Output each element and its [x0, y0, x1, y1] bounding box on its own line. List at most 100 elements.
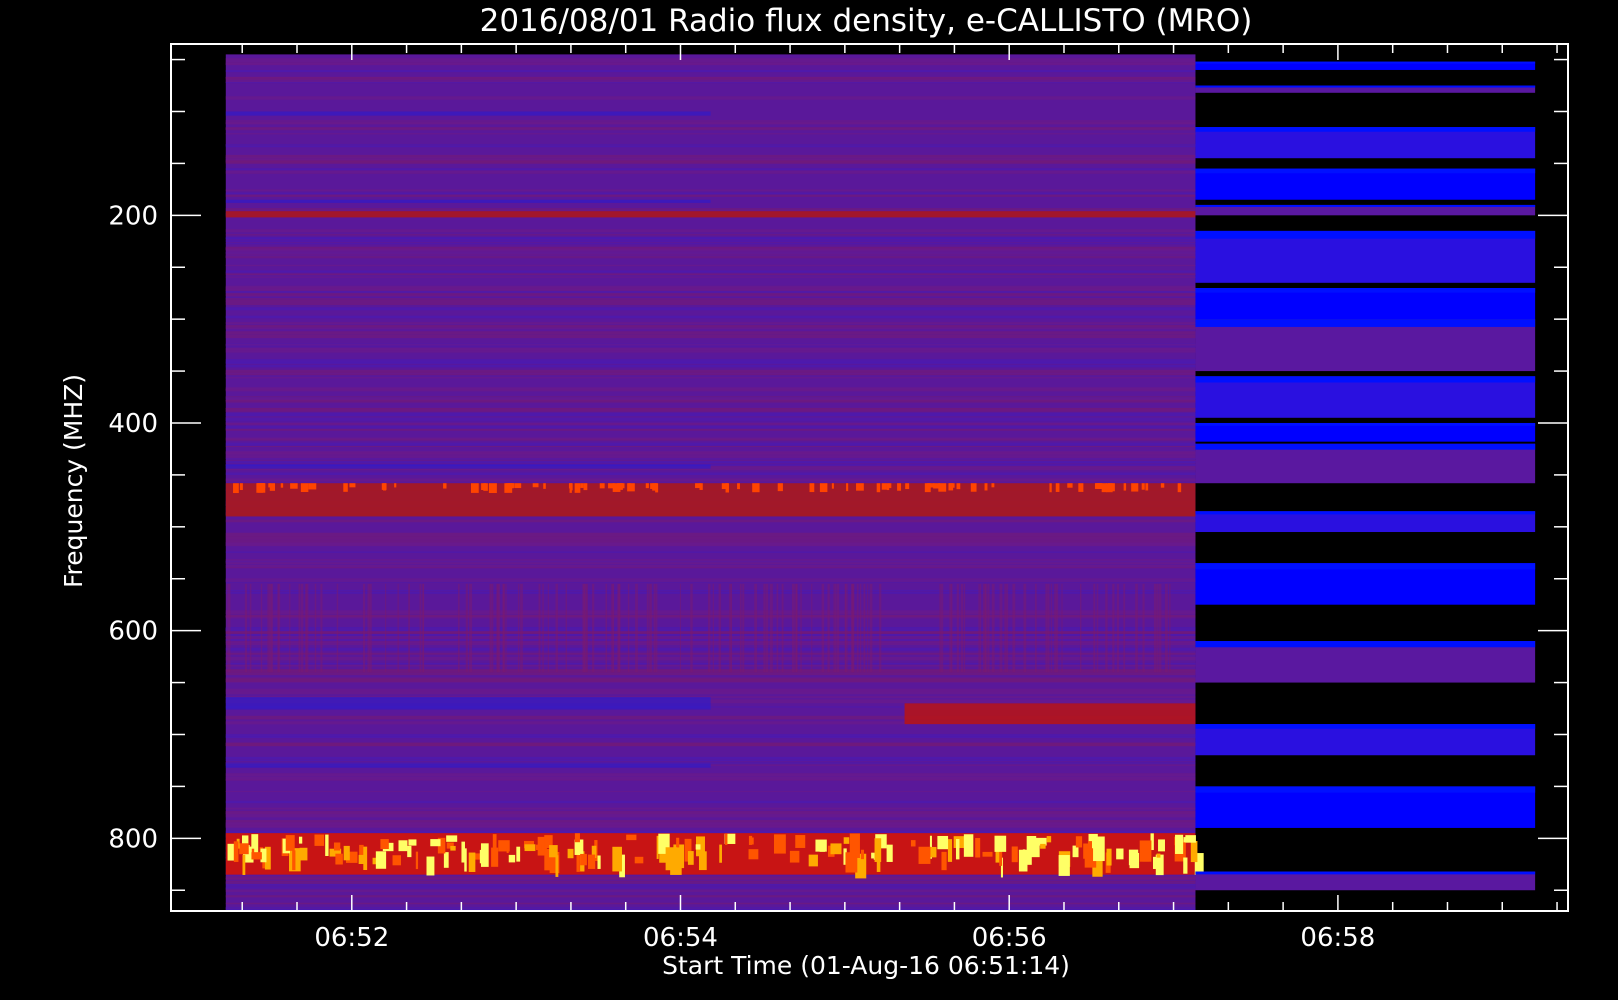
heatmap-burst-pixel: [1139, 840, 1152, 862]
heatmap-noise-column: [1045, 583, 1048, 673]
heatmap-burst-pixel: [392, 855, 401, 866]
heatmap-noise-column: [754, 583, 758, 673]
heatmap-noise-row: [225, 377, 1196, 379]
heatmap-noise-column: [765, 583, 769, 673]
heatmap-burst-pixel: [1095, 483, 1102, 488]
heatmap-noise-column: [227, 583, 231, 673]
heatmap-burst-pixel: [687, 851, 694, 865]
heatmap-noise-row: [225, 156, 1196, 161]
heatmap-burst-pixel: [924, 483, 931, 493]
heatmap-noise-column: [465, 583, 467, 673]
heatmap-noise-row: [225, 876, 1196, 880]
heatmap-burst-pixel: [1177, 483, 1182, 493]
heatmap-burst-pixel: [464, 848, 467, 872]
heatmap-burst-pixel: [1018, 849, 1028, 872]
heatmap-noise-row: [225, 400, 1196, 403]
heatmap-noise-column: [1047, 583, 1050, 673]
heatmap-noise-row: [225, 62, 1196, 65]
heatmap-burst-pixel: [994, 835, 1007, 852]
heatmap-burst-pixel: [984, 483, 988, 491]
heatmap-burst-pixel: [298, 836, 303, 844]
heatmap-noise-column: [542, 583, 544, 673]
heatmap-noise-column: [367, 583, 370, 673]
heatmap-burst-pixel: [724, 833, 728, 845]
heatmap-noise-column: [457, 583, 460, 673]
heatmap-burst-pixel: [860, 849, 864, 860]
heatmap-noise-row: [225, 690, 1196, 695]
heatmap-burst-pixel: [937, 835, 949, 850]
heatmap-noise-column: [963, 583, 966, 673]
heatmap-burst-pixel: [488, 483, 497, 494]
heatmap-noise-column: [547, 583, 549, 673]
heatmap-burst-pixel: [358, 854, 364, 865]
heatmap-right-band-edge: [1195, 61, 1536, 64]
heatmap-noise-row: [225, 251, 1196, 255]
heatmap-noise-column: [991, 583, 995, 673]
heatmap-noise-row: [225, 678, 1196, 682]
heatmap-burst-pixel: [516, 846, 521, 862]
heatmap-burst-pixel: [468, 852, 476, 872]
x-axis-label: Start Time (01-Aug-16 06:51:14): [662, 951, 1070, 980]
heatmap-right-band-edge: [1195, 511, 1536, 515]
heatmap-noise-column: [627, 583, 630, 673]
heatmap-burst-pixel: [795, 835, 806, 848]
heatmap-noise-column: [300, 583, 304, 673]
heatmap-burst-pixel: [580, 853, 587, 866]
heatmap-noise-column: [306, 583, 309, 673]
heatmap-blue-streak: [225, 111, 711, 116]
heatmap-burst-pixel: [886, 844, 893, 862]
heatmap-burst-pixel: [1046, 836, 1052, 843]
heatmap-burst-pixel: [608, 483, 615, 489]
heatmap-burst-pixel: [777, 483, 783, 492]
heatmap-noise-column: [1105, 583, 1108, 673]
heatmap-burst-pixel: [991, 483, 995, 488]
heatmap-noise-row: [225, 121, 1196, 125]
heatmap-burst-pixel: [588, 854, 596, 869]
heatmap-noise-row: [225, 237, 1196, 240]
heatmap-burst-pixel: [918, 846, 931, 864]
heatmap-burst-pixel: [443, 852, 449, 868]
heatmap-noise-column: [939, 583, 941, 673]
heatmap-noise-row: [225, 270, 1196, 274]
heatmap-noise-column: [1050, 583, 1052, 673]
heatmap-noise-row: [225, 408, 1196, 412]
heatmap-burst-pixel: [719, 844, 722, 863]
heatmap-noise-row: [225, 301, 1196, 306]
heatmap-noise-row: [225, 229, 1196, 233]
heatmap-burst-pixel: [308, 483, 317, 490]
heatmap-noise-column: [385, 583, 387, 673]
heatmap-burst-pixel: [576, 852, 580, 872]
heatmap-noise-row: [225, 331, 1196, 335]
heatmap-noise-column: [856, 583, 859, 673]
heatmap-noise-column: [708, 583, 711, 673]
heatmap-noise-column: [1123, 583, 1126, 673]
heatmap-right-band-edge: [1195, 786, 1536, 793]
heatmap-noise-column: [249, 583, 252, 673]
heatmap-burst-pixel: [1078, 483, 1084, 492]
heatmap-noise-column: [869, 583, 873, 673]
heatmap-noise-row: [225, 902, 1196, 905]
heatmap-burst-pixel: [1106, 483, 1113, 493]
heatmap-noise-column: [226, 583, 228, 673]
heatmap-burst-pixel: [426, 856, 435, 876]
heatmap-burst-pixel: [809, 483, 815, 493]
heatmap-noise-row: [225, 160, 1196, 164]
heatmap-burst-pixel: [695, 844, 701, 850]
heatmap-blue-streak: [225, 763, 711, 768]
heatmap-burst-pixel: [233, 483, 239, 494]
heatmap-burst-pixel: [815, 839, 827, 852]
heatmap-burst-pixel: [314, 834, 325, 846]
heatmap-burst-pixel: [628, 483, 631, 492]
heatmap-burst-pixel: [1158, 839, 1165, 852]
heatmap-burst-pixel: [876, 847, 881, 872]
x-tick-label: 06:56: [972, 923, 1047, 953]
heatmap-noise-column: [863, 583, 866, 673]
heatmap-burst-pixel: [831, 483, 834, 489]
heatmap-burst-pixel: [670, 856, 682, 875]
heatmap-noise-column: [769, 583, 773, 673]
heatmap-burst-pixel: [1075, 836, 1083, 848]
heatmap-noise-column: [999, 583, 1003, 673]
heatmap-noise-column: [1056, 583, 1059, 673]
heatmap-burst-pixel: [695, 483, 701, 489]
heatmap-noise-row: [225, 542, 1196, 546]
